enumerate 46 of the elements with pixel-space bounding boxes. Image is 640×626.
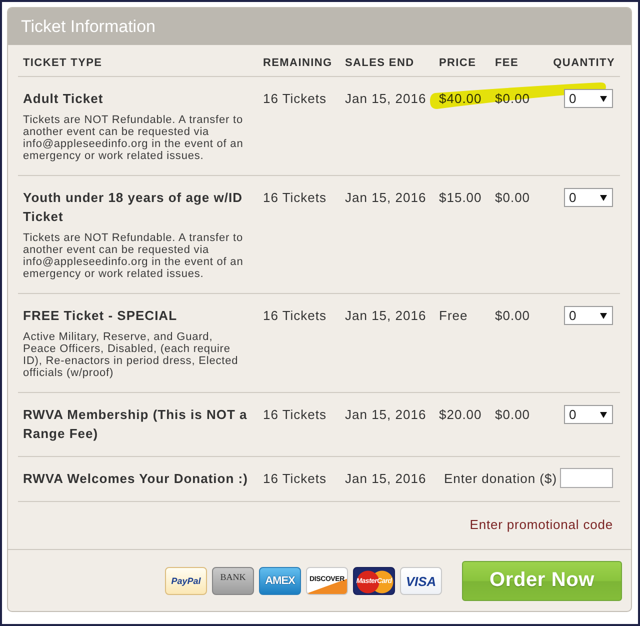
price-cell-text: Free (439, 307, 469, 325)
ticket-name: RWVA Membership (This is NOT a Range Fee) (23, 406, 248, 443)
price-cell-text: $15.00 (439, 189, 483, 207)
column-header: FEE (495, 56, 518, 70)
donation-field[interactable] (560, 468, 613, 488)
remaining-cell-text: 16 Tickets (263, 307, 328, 325)
column-header: TICKET TYPE (23, 56, 102, 70)
caret-icon (600, 96, 607, 102)
ticket-description: Tickets are NOT Refundable. A transfer to another event can be requested via info@appleseedinfo.org in the event of an emergency or work related issues. (23, 232, 244, 280)
remaining-cell-text: 16 Tickets (263, 189, 328, 207)
payment-logo: AMEX (259, 567, 301, 595)
ticket-description: Active Military, Reserve, and Guard, Peace Officers, Disabled, (each require ID), Re-enactors in period dress, Elected officials (w/proof) (23, 331, 240, 379)
column-header: QUANTITY (553, 56, 615, 70)
column-header: PRICE (439, 56, 476, 70)
ticket-name: Adult Ticket (23, 90, 104, 108)
caret-icon (600, 194, 607, 200)
caret-icon (600, 412, 607, 418)
column-header: SALES END (345, 56, 414, 70)
ticket-name: Youth under 18 years of age w/ID Ticket (23, 189, 244, 226)
ticket-description: Tickets are NOT Refundable. A transfer to another event can be requested via info@appleseedinfo.org in the event of an emergency or work related issues. (23, 114, 244, 162)
panel-header: Ticket Information (8, 8, 631, 45)
sales-end-cell-text: Jan 15, 2016 (345, 470, 428, 488)
fee-cell-text: $0.00 (495, 307, 532, 325)
price-cell-text: $40.00 (439, 90, 483, 108)
quantity-select[interactable]: 0 (564, 89, 613, 108)
quantity-select[interactable]: 0 (564, 405, 613, 424)
payment-logo: PayPal (165, 567, 207, 595)
fee-cell-text: $0.00 (495, 406, 532, 424)
column-header: REMAINING (263, 56, 332, 70)
payment-logo: BANK (212, 567, 254, 595)
promo-code-link[interactable]: Enter promotional code (470, 517, 613, 533)
quantity-select[interactable]: 0 (564, 306, 613, 325)
ticket-name: RWVA Welcomes Your Donation :) (23, 470, 249, 488)
price-cell-text: $20.00 (439, 406, 483, 424)
sales-end-cell-text: Jan 15, 2016 (345, 307, 428, 325)
sales-end-cell-text: Jan 15, 2016 (345, 189, 428, 207)
sales-end-cell-text: Jan 15, 2016 (345, 406, 428, 424)
payment-logo: VISA (400, 567, 442, 595)
remaining-cell-text: 16 Tickets (263, 406, 328, 424)
quantity-select[interactable]: 0 (564, 188, 613, 207)
remaining-cell-text: 16 Tickets (263, 90, 328, 108)
remaining-cell-text: 16 Tickets (263, 470, 328, 488)
fee-cell-text: $0.00 (495, 189, 532, 207)
ticket-name: FREE Ticket - SPECIAL (23, 307, 178, 325)
caret-icon (600, 312, 607, 318)
sales-end-cell-text: Jan 15, 2016 (345, 90, 428, 108)
